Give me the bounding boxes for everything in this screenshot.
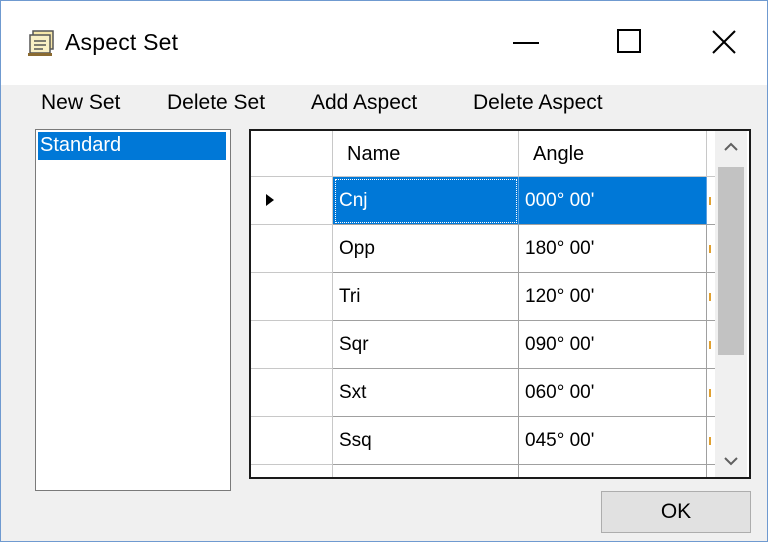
row-header[interactable] (251, 177, 333, 225)
cell-name[interactable]: Opp (333, 225, 519, 273)
close-button[interactable] (691, 1, 759, 85)
cell-name[interactable]: Sqr (333, 321, 519, 369)
maximize-icon (617, 29, 641, 53)
menu-bar: New Set Delete Set Add Aspect Delete Asp… (1, 85, 767, 121)
cell-name[interactable]: Ssx (333, 465, 519, 477)
ok-button[interactable]: OK (601, 491, 751, 533)
cell-angle[interactable]: 000° 00' (519, 177, 707, 225)
cell-extra[interactable] (707, 225, 715, 273)
row-header-corner (251, 131, 333, 177)
scroll-thumb[interactable] (718, 167, 744, 355)
cell-extra[interactable] (707, 417, 715, 465)
set-item-standard[interactable]: Standard (38, 132, 226, 160)
table-row[interactable]: Ssx 030° 00' (251, 465, 715, 477)
table-row[interactable]: Cnj 000° 00' (251, 177, 715, 225)
column-header-extra (707, 131, 715, 177)
table-row[interactable]: Tri 120° 00' (251, 273, 715, 321)
grid-vertical-scrollbar[interactable] (715, 131, 747, 477)
title-bar[interactable]: Aspect Set (1, 1, 767, 85)
cell-name[interactable]: Sxt (333, 369, 519, 417)
menu-delete-set[interactable]: Delete Set (165, 87, 267, 119)
table-row[interactable]: Sxt 060° 00' (251, 369, 715, 417)
aspect-set-list[interactable]: Standard (35, 129, 231, 491)
table-row[interactable]: Sqr 090° 00' (251, 321, 715, 369)
cell-angle[interactable]: 090° 00' (519, 321, 707, 369)
column-header-angle[interactable]: Angle (519, 131, 707, 177)
row-header[interactable] (251, 465, 333, 477)
menu-new-set[interactable]: New Set (39, 87, 122, 119)
menu-add-aspect[interactable]: Add Aspect (309, 87, 419, 119)
chevron-up-icon (724, 142, 738, 151)
scroll-up-button[interactable] (715, 131, 747, 163)
cell-angle[interactable]: 045° 00' (519, 417, 707, 465)
cell-name[interactable]: Cnj (333, 177, 519, 225)
close-icon (712, 30, 736, 54)
chevron-down-icon (724, 457, 738, 466)
row-header[interactable] (251, 273, 333, 321)
cell-angle[interactable]: 060° 00' (519, 369, 707, 417)
minimize-button[interactable] (493, 1, 561, 85)
cell-extra[interactable] (707, 321, 715, 369)
menu-delete-aspect[interactable]: Delete Aspect (471, 87, 605, 119)
minimize-icon (513, 42, 539, 44)
cell-extra[interactable] (707, 273, 715, 321)
row-header[interactable] (251, 225, 333, 273)
window-title: Aspect Set (65, 29, 179, 55)
scroll-down-button[interactable] (715, 445, 747, 477)
current-row-arrow-icon (266, 194, 274, 206)
aspect-grid[interactable]: Name Angle Cnj 000° 00' Opp 180° 00' Tri… (249, 129, 751, 479)
cell-angle[interactable]: 030° 00' (519, 465, 707, 477)
row-header[interactable] (251, 321, 333, 369)
aspect-set-window: Aspect Set New Set Delete Set Add Aspect… (0, 0, 768, 542)
column-header-name[interactable]: Name (333, 131, 519, 177)
cell-extra[interactable] (707, 369, 715, 417)
table-row[interactable]: Opp 180° 00' (251, 225, 715, 273)
cell-angle[interactable]: 180° 00' (519, 225, 707, 273)
cell-name[interactable]: Tri (333, 273, 519, 321)
row-header[interactable] (251, 369, 333, 417)
table-row[interactable]: Ssq 045° 00' (251, 417, 715, 465)
cell-name[interactable]: Ssq (333, 417, 519, 465)
cell-extra[interactable] (707, 465, 715, 477)
maximize-button[interactable] (597, 1, 665, 85)
notepad-stack-icon (27, 29, 57, 57)
cell-angle[interactable]: 120° 00' (519, 273, 707, 321)
row-header[interactable] (251, 417, 333, 465)
cell-extra[interactable] (707, 177, 715, 225)
